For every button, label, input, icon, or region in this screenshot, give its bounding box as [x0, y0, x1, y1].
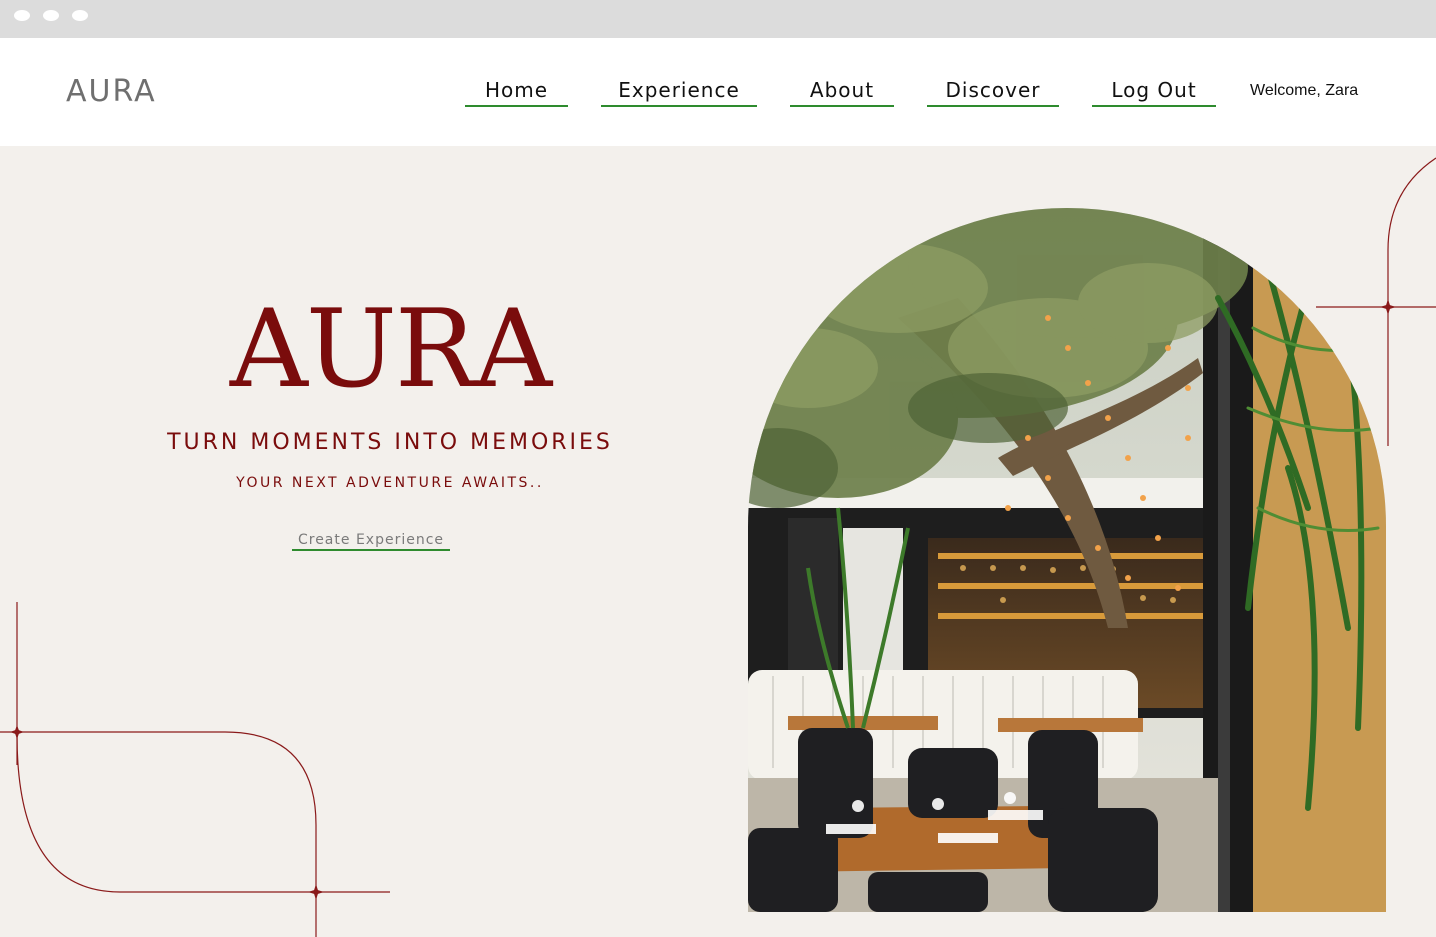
nav-about-link[interactable]: About	[790, 78, 894, 107]
hero-subtagline: YOUR NEXT ADVENTURE AWAITS..	[236, 475, 544, 491]
nav-logout-link[interactable]: Log Out	[1092, 78, 1216, 107]
browser-chrome	[0, 0, 1436, 38]
site-logo[interactable]: AURA	[66, 74, 157, 109]
window-dot-icon	[43, 10, 59, 21]
hero-title: AURA	[229, 287, 552, 412]
create-experience-link[interactable]: Create Experience	[292, 532, 450, 551]
window-dot-icon	[72, 10, 88, 21]
nav-home-link[interactable]: Home	[465, 78, 568, 107]
nav-discover-link[interactable]: Discover	[927, 78, 1059, 107]
site-header: AURA Home Experience About Discover Log …	[0, 38, 1436, 146]
restaurant-patio-photo	[748, 208, 1386, 912]
nav-experience-link[interactable]: Experience	[601, 78, 757, 107]
welcome-text: Welcome, Zara	[1250, 82, 1359, 99]
hero-tagline: TURN MOMENTS INTO MEMORIES	[167, 430, 613, 455]
window-dot-icon	[14, 10, 30, 21]
line-ornament-left	[0, 602, 390, 937]
